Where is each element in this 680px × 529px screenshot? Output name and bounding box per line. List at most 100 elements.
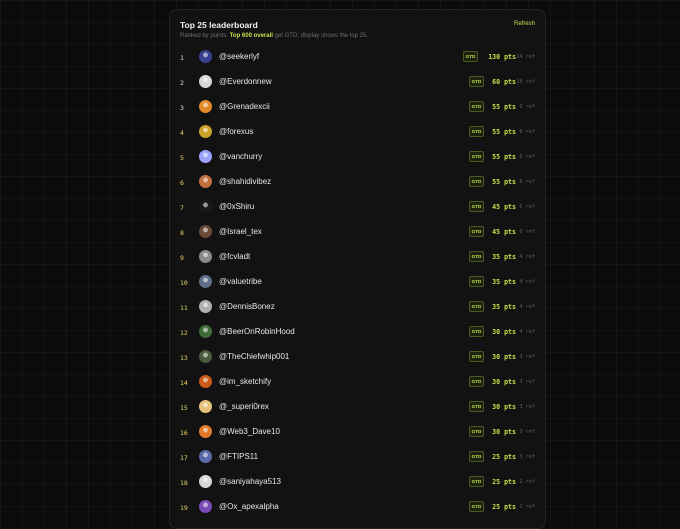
referral-count: 4 ref [519,329,535,335]
leaderboard-subtitle: Ranked by points. Top 600 overall get GT… [180,33,368,39]
avatar[interactable] [199,300,212,313]
gtd-badge: GTD [469,175,484,187]
rank-number: 14 [180,379,188,387]
referral-count: 4 ref [519,279,535,285]
gtd-badge: GTD [469,275,484,287]
leaderboard-row[interactable]: 7 @0xShiru GTD 45 pts 6 ref [170,195,545,220]
user-handle[interactable]: @shahidivibez [219,177,271,186]
user-handle[interactable]: @TheChiefwhip001 [219,352,289,361]
rank-number: 12 [180,329,188,337]
points-value: 35 pts [492,278,516,286]
points-value: 30 pts [492,403,516,411]
gtd-badge: GTD [469,450,484,462]
points-value: 25 pts [492,453,516,461]
referral-count: 8 ref [519,129,535,135]
user-handle[interactable]: @vanchurry [219,152,262,161]
referral-count: 8 ref [519,179,535,185]
rank-number: 9 [180,254,184,262]
leaderboard-row[interactable]: 15 @_superi0rex GTD 30 pts 3 ref [170,395,545,420]
leaderboard-row[interactable]: 4 @forexus GTD 55 pts 8 ref [170,120,545,145]
avatar[interactable] [199,400,212,413]
avatar[interactable] [199,325,212,338]
user-handle[interactable]: @Everdonnew [219,77,272,86]
gtd-badge: GTD [469,250,484,262]
leaderboard-row[interactable]: 1 @seekerlyf GTD 130 pts 24 ref [170,45,545,70]
user-handle[interactable]: @im_sketchify [219,377,271,386]
user-handle[interactable]: @Israel_tex [219,227,262,236]
avatar[interactable] [199,125,212,138]
points-value: 25 pts [492,503,516,511]
avatar[interactable] [199,50,212,63]
user-handle[interactable]: @0xShiru [219,202,254,211]
avatar[interactable] [199,225,212,238]
referral-count: 24 ref [516,54,535,60]
rank-number: 16 [180,429,188,437]
user-handle[interactable]: @Grenadexcii [219,102,270,111]
subtitle-highlight: Top 600 overall [229,33,273,39]
leaderboard-row[interactable]: 13 @TheChiefwhip001 GTD 30 pts 3 ref [170,345,545,370]
rank-number: 3 [180,104,184,112]
user-handle[interactable]: @BeerOnRobinHood [219,327,295,336]
rank-number: 2 [180,79,184,87]
leaderboard-row[interactable]: 14 @im_sketchify GTD 30 pts 3 ref [170,370,545,395]
user-handle[interactable]: @forexus [219,127,253,136]
gtd-badge: GTD [469,75,484,87]
avatar[interactable] [199,100,212,113]
referral-count: 6 ref [519,204,535,210]
rank-number: 7 [180,204,184,212]
avatar[interactable] [199,75,212,88]
leaderboard-row[interactable]: 2 @Everdonnew GTD 60 pts 18 ref [170,70,545,95]
rank-number: 10 [180,279,188,287]
leaderboard-row[interactable]: 17 @FTIPS11 GTD 25 pts 3 ref [170,445,545,470]
avatar[interactable] [199,425,212,438]
leaderboard-row[interactable]: 8 @Israel_tex GTD 45 pts 6 ref [170,220,545,245]
avatar[interactable] [199,475,212,488]
avatar[interactable] [199,450,212,463]
avatar[interactable] [199,150,212,163]
user-handle[interactable]: @valuetribe [219,277,262,286]
avatar[interactable] [199,500,212,513]
leaderboard-row[interactable]: 18 @saniyahaya513 GTD 25 pts 2 ref [170,470,545,495]
user-handle[interactable]: @Ox_apexalpha [219,502,279,511]
referral-count: 6 ref [519,229,535,235]
points-value: 45 pts [492,228,516,236]
gtd-badge: GTD [469,500,484,512]
avatar[interactable] [199,200,212,213]
leaderboard-row[interactable]: 11 @DennisBonez GTD 35 pts 4 ref [170,295,545,320]
rank-number: 5 [180,154,184,162]
user-handle[interactable]: @_superi0rex [219,402,269,411]
gtd-badge: GTD [469,475,484,487]
leaderboard-row[interactable]: 12 @BeerOnRobinHood GTD 30 pts 4 ref [170,320,545,345]
leaderboard-row[interactable]: 10 @valuetribe GTD 35 pts 4 ref [170,270,545,295]
rank-number: 1 [180,54,184,62]
leaderboard-row[interactable]: 5 @vanchurry GTD 55 pts 8 ref [170,145,545,170]
gtd-badge: GTD [469,325,484,337]
refresh-button[interactable]: Refresh [514,21,535,27]
gtd-badge: GTD [469,200,484,212]
user-handle[interactable]: @fcvladt [219,252,250,261]
points-value: 130 pts [488,53,516,61]
avatar[interactable] [199,250,212,263]
user-handle[interactable]: @saniyahaya513 [219,477,281,486]
gtd-badge: GTD [469,225,484,237]
points-value: 55 pts [492,178,516,186]
referral-count: 18 ref [516,79,535,85]
referral-count: 4 ref [519,304,535,310]
points-value: 35 pts [492,303,516,311]
referral-count: 3 ref [519,429,535,435]
leaderboard-title: Top 25 leaderboard [180,20,258,30]
leaderboard-row[interactable]: 9 @fcvladt GTD 35 pts 4 ref [170,245,545,270]
subtitle-text: Ranked by points. [180,33,229,39]
user-handle[interactable]: @FTIPS11 [219,452,258,461]
leaderboard-row[interactable]: 3 @Grenadexcii GTD 55 pts 9 ref [170,95,545,120]
user-handle[interactable]: @DennisBonez [219,302,275,311]
leaderboard-row[interactable]: 16 @Web3_Dave10 GTD 30 pts 3 ref [170,420,545,445]
referral-count: 3 ref [519,454,535,460]
avatar[interactable] [199,275,212,288]
avatar[interactable] [199,350,212,363]
user-handle[interactable]: @seekerlyf [219,52,259,61]
avatar[interactable] [199,175,212,188]
leaderboard-row[interactable]: 6 @shahidivibez GTD 55 pts 8 ref [170,170,545,195]
avatar[interactable] [199,375,212,388]
user-handle[interactable]: @Web3_Dave10 [219,427,280,436]
